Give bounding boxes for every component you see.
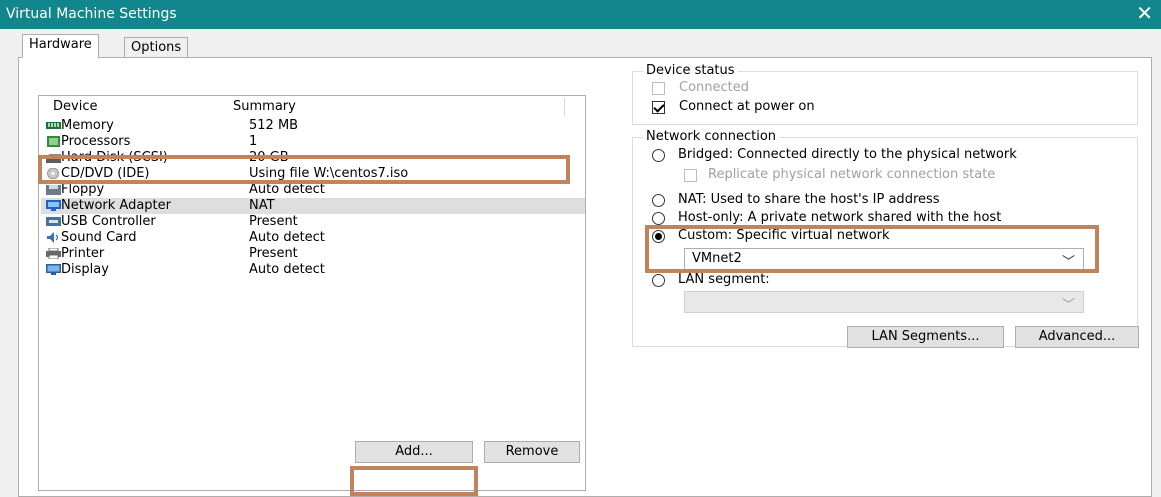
floppy-icon <box>46 184 61 195</box>
close-icon[interactable]: ✕ <box>1136 3 1153 23</box>
device-name: Sound Card <box>61 230 137 245</box>
custom-network-select[interactable]: VMnet2 ﹀ <box>684 248 1084 270</box>
lan-segments-button[interactable]: LAN Segments... <box>847 326 1004 348</box>
summary-column-header[interactable]: Summary <box>219 96 296 118</box>
titlebar: Virtual Machine Settings ✕ <box>0 0 1161 29</box>
device-summary: Auto detect <box>249 230 325 245</box>
cd-dvd-icon <box>46 167 61 180</box>
device-summary: 1 <box>249 134 258 149</box>
device-summary: Present <box>249 214 298 229</box>
network-adapter-icon <box>46 200 61 211</box>
device-name: Memory <box>61 118 114 133</box>
host-only-radio[interactable] <box>652 212 665 225</box>
connect-at-power-on-label: Connect at power on <box>679 99 815 114</box>
custom-network-value: VMnet2 <box>692 251 742 266</box>
tab-options[interactable]: Options <box>124 37 189 57</box>
connected-label: Connected <box>679 80 750 95</box>
processor-icon <box>46 136 61 147</box>
chevron-down-icon: ﹀ <box>1061 298 1075 313</box>
replicate-label: Replicate physical network connection st… <box>708 167 996 182</box>
dialog-body: Hardware Options Device Summary Memory 5… <box>0 29 1161 497</box>
device-summary: 512 MB <box>249 118 299 133</box>
device-list[interactable]: Device Summary Memory 512 MB Processors … <box>38 95 586 491</box>
lan-segment-select[interactable]: ﹀ <box>684 291 1084 313</box>
device-name: Printer <box>61 246 105 261</box>
device-summary: Present <box>249 246 298 261</box>
custom-label: Custom: Specific virtual network <box>678 228 890 243</box>
device-row-cd-dvd[interactable]: CD/DVD (IDE) Using file W:\centos7.iso <box>41 166 585 182</box>
lan-segment-radio[interactable] <box>652 274 665 287</box>
connected-checkbox[interactable] <box>652 82 665 95</box>
bridged-label: Bridged: Connected directly to the physi… <box>678 147 1017 162</box>
column-separator <box>564 98 565 116</box>
device-summary: Using file W:\centos7.iso <box>249 166 409 181</box>
tab-hardware[interactable]: Hardware <box>22 34 99 58</box>
device-row-hard-disk[interactable]: Hard Disk (SCSI) 20 GB <box>41 150 585 166</box>
device-summary: Auto detect <box>249 182 325 197</box>
device-row-processors[interactable]: Processors 1 <box>41 134 585 150</box>
device-row-floppy[interactable]: Floppy Auto detect <box>41 182 585 198</box>
bridged-radio[interactable] <box>652 149 665 162</box>
device-name: USB Controller <box>61 214 156 229</box>
hard-disk-icon <box>46 152 61 163</box>
replicate-checkbox[interactable] <box>684 169 697 182</box>
nat-label: NAT: Used to share the host's IP address <box>678 192 940 207</box>
device-row-display[interactable]: Display Auto detect <box>41 262 585 278</box>
add-button[interactable]: Add... <box>355 441 473 463</box>
usb-icon <box>46 216 61 227</box>
device-row-network-adapter[interactable]: Network Adapter NAT <box>41 198 585 214</box>
device-summary: Auto detect <box>249 262 325 277</box>
memory-icon <box>46 120 61 131</box>
device-row-usb-controller[interactable]: USB Controller Present <box>41 214 585 230</box>
lan-segment-label: LAN segment: <box>678 272 770 287</box>
printer-icon <box>46 247 61 260</box>
window-title: Virtual Machine Settings <box>6 6 177 22</box>
device-column-header[interactable]: Device <box>39 96 97 118</box>
device-name: Floppy <box>61 182 105 197</box>
network-connection-legend: Network connection <box>643 129 780 145</box>
device-status-legend: Device status <box>643 63 738 79</box>
device-row-printer[interactable]: Printer Present <box>41 246 585 262</box>
sound-card-icon <box>46 232 61 243</box>
device-name: CD/DVD (IDE) <box>61 166 150 181</box>
advanced-button[interactable]: Advanced... <box>1015 326 1139 348</box>
connect-at-power-on-checkbox[interactable] <box>652 101 665 114</box>
custom-radio[interactable] <box>652 230 665 243</box>
device-summary: 20 GB <box>249 150 289 165</box>
chevron-down-icon: ﹀ <box>1061 255 1075 270</box>
device-row-memory[interactable]: Memory 512 MB <box>41 118 585 134</box>
remove-button[interactable]: Remove <box>484 441 580 463</box>
host-only-label: Host-only: A private network shared with… <box>678 210 1002 225</box>
device-name: Display <box>61 262 109 277</box>
device-name: Hard Disk (SCSI) <box>61 150 168 165</box>
device-name: Network Adapter <box>61 198 171 213</box>
device-summary: NAT <box>249 198 275 213</box>
nat-radio[interactable] <box>652 194 665 207</box>
device-name: Processors <box>61 134 131 149</box>
display-icon <box>46 264 61 275</box>
device-row-sound-card[interactable]: Sound Card Auto detect <box>41 230 585 246</box>
